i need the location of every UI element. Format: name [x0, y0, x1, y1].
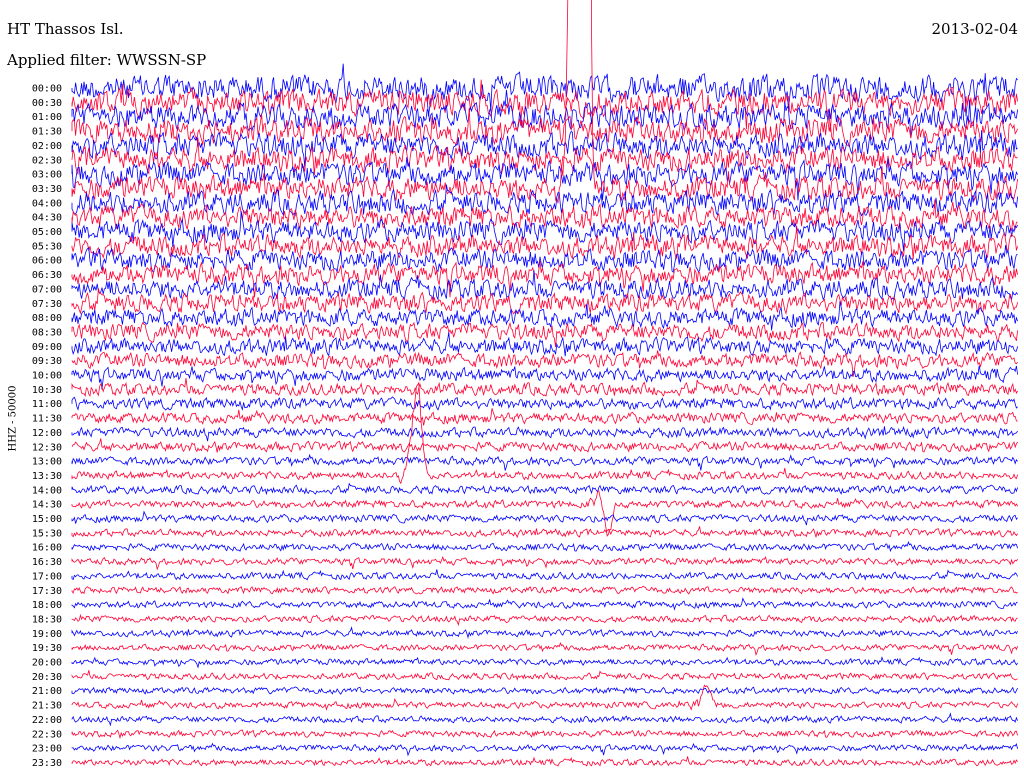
trace-1300	[71, 453, 1018, 471]
time-label: 17:00	[32, 571, 62, 582]
trace-1130	[71, 408, 1018, 426]
trace-1100	[71, 396, 1018, 411]
applied-filter: Applied filter: WWSSN-SP	[7, 51, 207, 69]
time-label: 06:30	[32, 270, 62, 281]
station-name: HT Thassos Isl.	[7, 20, 124, 38]
trace-1800	[71, 597, 1018, 611]
trace-1730	[71, 585, 1018, 595]
time-label: 10:30	[32, 385, 62, 396]
trace-1530	[71, 526, 1018, 539]
time-label: 18:00	[32, 600, 62, 611]
time-label: 23:30	[32, 758, 62, 769]
time-label: 21:00	[32, 686, 62, 697]
trace-2000	[71, 656, 1018, 669]
time-label: 00:30	[32, 98, 62, 109]
time-label: 08:00	[32, 313, 62, 324]
time-label: 21:30	[32, 701, 62, 712]
time-label: 17:30	[32, 586, 62, 597]
time-label: 11:30	[32, 414, 62, 425]
time-label: 06:00	[32, 256, 62, 267]
trace-1700	[71, 569, 1018, 581]
trace-1200	[71, 425, 1018, 442]
trace-1830	[71, 613, 1018, 627]
time-label: 09:00	[32, 342, 62, 353]
time-label: 05:30	[32, 241, 62, 252]
time-label: 14:30	[32, 500, 62, 511]
seismogram-plot: 00:00 00:30 01:00 01:30 02:00 02:30 03:00 03:30…	[32, 0, 1018, 769]
time-label: 12:00	[32, 428, 62, 439]
time-label: 01:30	[32, 127, 62, 138]
trace-1900	[71, 626, 1018, 639]
trace-1930	[71, 642, 1018, 657]
trace-1430	[71, 490, 1018, 537]
trace-1000	[71, 365, 1018, 390]
trace-1630	[71, 555, 1018, 571]
time-label: 19:00	[32, 629, 62, 640]
time-label: 13:00	[32, 457, 62, 468]
time-label: 23:00	[32, 744, 62, 755]
time-label: 22:00	[32, 715, 62, 726]
trace-1500	[71, 510, 1018, 526]
time-label: 10:00	[32, 371, 62, 382]
time-label: 16:00	[32, 543, 62, 554]
time-label: 11:00	[32, 399, 62, 410]
trace-2230	[71, 729, 1018, 740]
time-labels: 00:00 00:30 01:00 01:30 02:00 02:30 03:00 03:30…	[32, 84, 62, 769]
time-label: 15:30	[32, 528, 62, 539]
trace-0800	[71, 301, 1018, 331]
time-label: 22:30	[32, 729, 62, 740]
trace-0400	[71, 184, 1018, 217]
time-label: 00:00	[32, 84, 62, 95]
time-label: 14:00	[32, 485, 62, 496]
time-label: 16:30	[32, 557, 62, 568]
time-label: 03:00	[32, 170, 62, 181]
trace-0600	[71, 245, 1018, 273]
time-label: 07:00	[32, 284, 62, 295]
trace-2200	[71, 712, 1018, 727]
trace-0530	[71, 226, 1018, 260]
time-label: 07:30	[32, 299, 62, 310]
time-label: 05:00	[32, 227, 62, 238]
record-date: 2013-02-04	[931, 20, 1018, 38]
trace-2100	[71, 686, 1018, 695]
time-label: 02:30	[32, 155, 62, 166]
time-label: 12:30	[32, 442, 62, 453]
time-label: 13:30	[32, 471, 62, 482]
time-label: 04:30	[32, 213, 62, 224]
time-label: 15:00	[32, 514, 62, 525]
time-label: 08:30	[32, 327, 62, 338]
trace-2330	[71, 756, 1018, 767]
time-label: 20:30	[32, 672, 62, 683]
seismic-traces	[71, 0, 1018, 767]
trace-1600	[71, 540, 1018, 553]
time-label: 02:00	[32, 141, 62, 152]
time-label: 03:30	[32, 184, 62, 195]
trace-2300	[71, 742, 1018, 757]
time-label: 19:30	[32, 643, 62, 654]
trace-1230	[71, 438, 1018, 453]
trace-2030	[71, 670, 1018, 681]
trace-1400	[71, 482, 1018, 496]
time-label: 09:30	[32, 356, 62, 367]
time-label: 20:00	[32, 658, 62, 669]
time-label: 01:00	[32, 112, 62, 123]
time-label: 18:30	[32, 614, 62, 625]
time-label: 04:00	[32, 198, 62, 209]
channel-label: HHZ - 50000	[7, 385, 19, 452]
